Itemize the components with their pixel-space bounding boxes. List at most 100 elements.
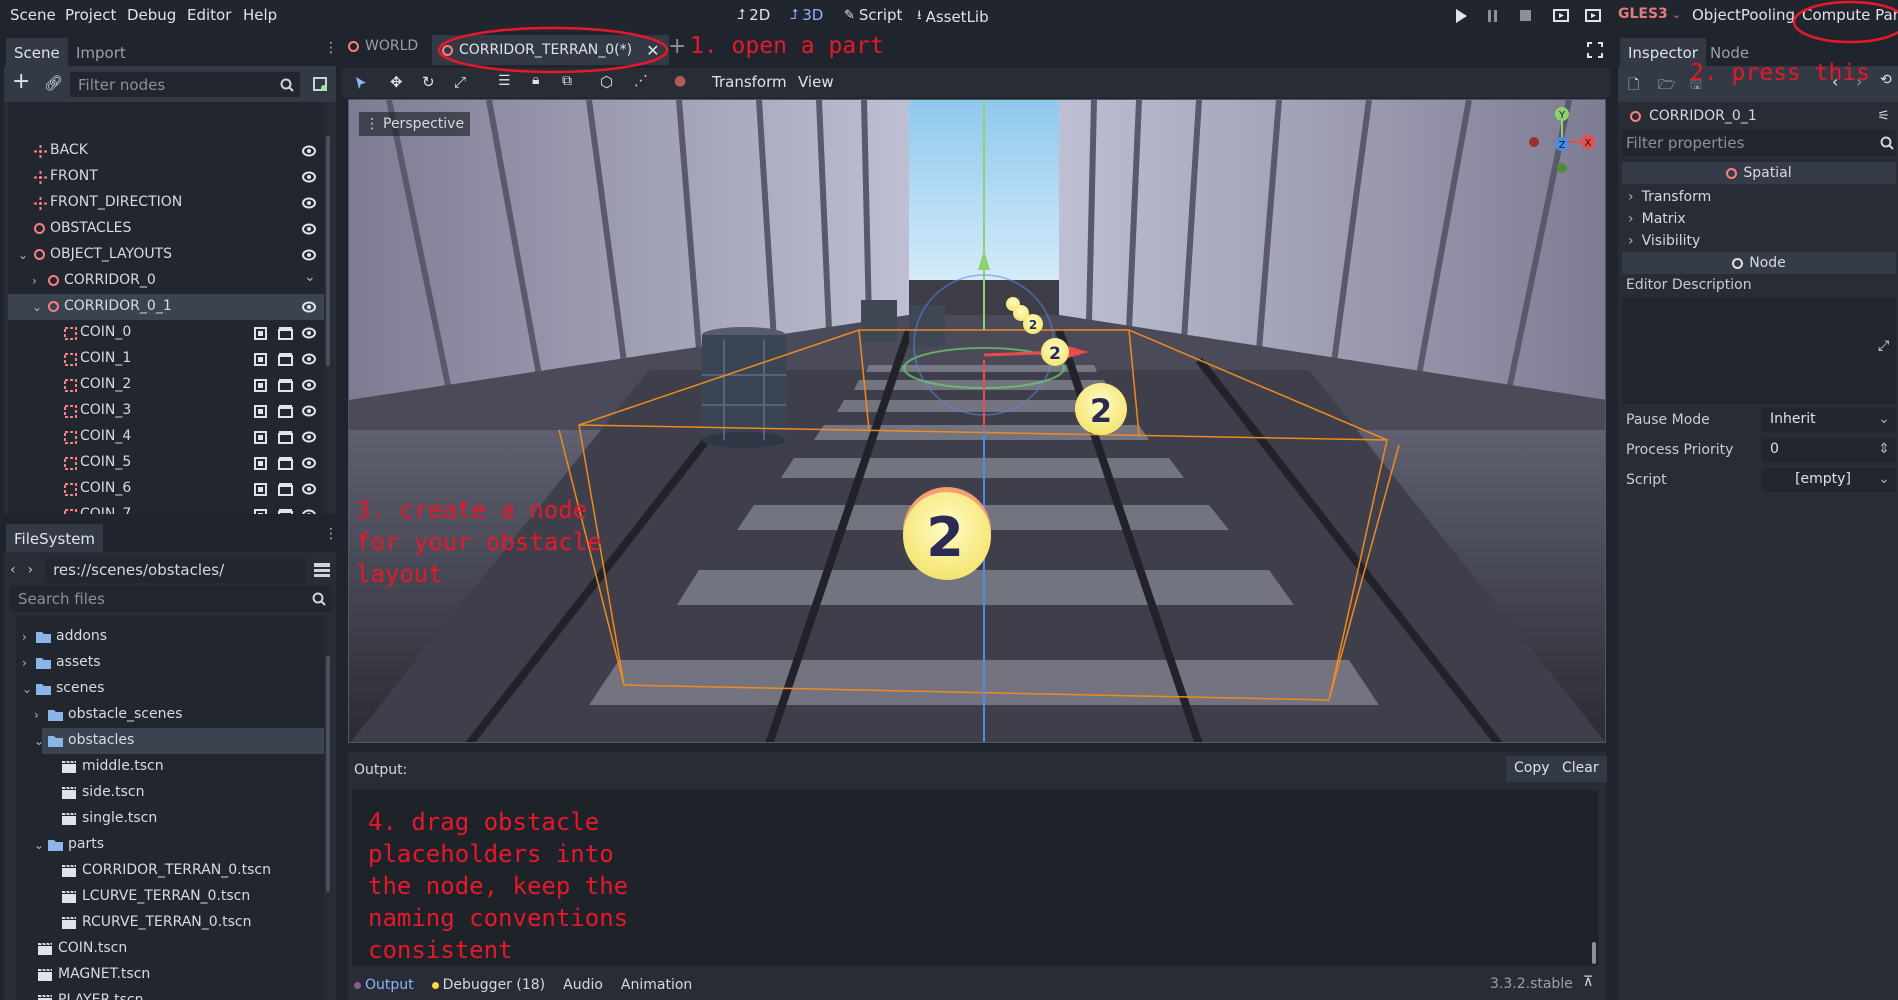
open-in-editor-icon[interactable] bbox=[254, 431, 267, 444]
tab-animation[interactable]: Animation bbox=[621, 977, 692, 993]
file-item[interactable]: side.tscn bbox=[16, 780, 324, 806]
visibility-eye-icon[interactable] bbox=[302, 431, 316, 443]
clapboard-icon[interactable] bbox=[278, 353, 293, 366]
clapboard-icon[interactable] bbox=[278, 457, 293, 470]
chevron-right-icon[interactable]: › bbox=[34, 708, 39, 722]
tab-audio[interactable]: Audio bbox=[563, 977, 603, 993]
tab-output[interactable]: Output bbox=[354, 977, 414, 993]
inspector-group[interactable]: › Visibility bbox=[1622, 230, 1896, 252]
view-menu[interactable]: View bbox=[798, 73, 834, 91]
folder-item[interactable]: › addons bbox=[16, 624, 324, 650]
tab-world[interactable]: WORLD bbox=[348, 38, 418, 54]
clear-button[interactable]: Clear bbox=[1554, 756, 1607, 782]
tab-scene[interactable]: Scene bbox=[6, 38, 68, 66]
axis-gizmo-icon[interactable]: Y X Z bbox=[1524, 104, 1600, 180]
scene-tree-item[interactable]: BACK bbox=[8, 138, 324, 164]
visibility-eye-icon[interactable] bbox=[302, 327, 316, 339]
open-in-editor-icon[interactable] bbox=[254, 457, 267, 470]
play-scene-icon[interactable] bbox=[1553, 7, 1569, 23]
file-item[interactable]: RCURVE_TERRAN_0.tscn bbox=[16, 910, 324, 936]
lock-icon[interactable]: 🔒︎ bbox=[532, 72, 539, 88]
clapboard-icon[interactable] bbox=[278, 327, 293, 340]
scene-tree-item[interactable]: FRONT_DIRECTION bbox=[8, 190, 324, 216]
inspector-group[interactable]: › Matrix bbox=[1622, 208, 1896, 230]
scene-tree-item[interactable]: COIN_6 bbox=[8, 476, 324, 502]
visibility-eye-icon[interactable] bbox=[302, 249, 316, 261]
inspector-group[interactable]: › Transform bbox=[1622, 186, 1896, 208]
property-value-field[interactable]: 0 ⇕ bbox=[1762, 438, 1896, 462]
folder-item[interactable]: › obstacle_scenes bbox=[16, 702, 324, 728]
scene-tree-item[interactable]: ⌄ CORRIDOR_0_1 bbox=[8, 294, 324, 320]
tab-corridor-terran[interactable]: CORRIDOR_TERRAN_0(*) ✕ bbox=[432, 35, 670, 65]
filter-nodes-input[interactable]: Filter nodes bbox=[70, 72, 300, 97]
folder-item[interactable]: › assets bbox=[16, 650, 324, 676]
visibility-eye-icon[interactable] bbox=[302, 457, 316, 469]
rotate-tool-icon[interactable]: ↻ bbox=[422, 73, 435, 91]
file-item[interactable]: middle.tscn bbox=[16, 754, 324, 780]
visibility-eye-icon[interactable] bbox=[302, 405, 316, 417]
menu-project[interactable]: Project bbox=[65, 6, 116, 24]
open-in-editor-icon[interactable] bbox=[254, 353, 267, 366]
visibility-eye-icon[interactable] bbox=[302, 223, 316, 235]
open-in-editor-icon[interactable] bbox=[254, 327, 267, 340]
expand-panel-icon[interactable]: ⊼ bbox=[1583, 974, 1593, 990]
tab-filesystem[interactable]: FileSystem bbox=[6, 524, 104, 552]
visibility-eye-icon[interactable] bbox=[302, 379, 316, 391]
compute-parts-button[interactable]: Compute Parts bbox=[1802, 6, 1898, 24]
clapboard-icon[interactable] bbox=[278, 431, 293, 444]
link-icon[interactable]: 🔗︎ bbox=[44, 74, 63, 92]
property-value-field[interactable]: [empty] ⌄ bbox=[1762, 468, 1896, 492]
open-in-editor-icon[interactable] bbox=[254, 509, 267, 514]
filter-properties-input[interactable]: Filter properties bbox=[1622, 130, 1896, 156]
search-files-input[interactable]: Search files bbox=[10, 586, 332, 612]
scene-tree-item[interactable]: COIN_4 bbox=[8, 424, 324, 450]
group-icon[interactable]: ⧉ bbox=[562, 73, 572, 89]
clapboard-icon[interactable] bbox=[278, 509, 293, 514]
3d-viewport[interactable]: 2 2 2 2 ⋮ Perspective Y X Z bbox=[348, 99, 1606, 743]
clapboard-icon[interactable] bbox=[278, 379, 293, 392]
editor-description-field[interactable] bbox=[1622, 298, 1896, 404]
new-resource-icon[interactable]: 🗋︎ bbox=[1628, 74, 1639, 98]
forward-arrow-icon[interactable]: › bbox=[28, 562, 46, 578]
property-value-field[interactable]: Inherit ⌄ bbox=[1762, 408, 1896, 432]
scene-tree-item[interactable]: COIN_0 bbox=[8, 320, 324, 346]
renderer-selector[interactable]: GLES3 ⌄ bbox=[1618, 6, 1681, 22]
file-item[interactable]: single.tscn bbox=[16, 806, 324, 832]
chevron-down-icon[interactable]: ⌄ bbox=[22, 682, 32, 696]
file-item[interactable]: CORRIDOR_TERRAN_0.tscn bbox=[16, 858, 324, 884]
copy-button[interactable]: Copy bbox=[1506, 756, 1558, 782]
mode-2d-button[interactable]: ⮥ 2D bbox=[737, 6, 770, 24]
folder-item[interactable]: ⌄ scenes bbox=[16, 676, 324, 702]
section-node[interactable]: Node bbox=[1622, 252, 1896, 274]
local-space-icon[interactable]: ⬡ bbox=[600, 73, 613, 91]
snap-icon[interactable]: ⋰ bbox=[634, 73, 648, 89]
stop-icon[interactable] bbox=[1519, 9, 1532, 22]
chevron-down-icon[interactable]: ⌄ bbox=[34, 838, 44, 852]
visibility-eye-icon[interactable] bbox=[302, 509, 316, 514]
tab-debugger[interactable]: Debugger (18) bbox=[431, 977, 545, 993]
menu-debug[interactable]: Debug bbox=[127, 6, 176, 24]
transform-menu[interactable]: Transform bbox=[712, 73, 787, 91]
split-mode-icon[interactable] bbox=[314, 562, 332, 578]
add-node-icon[interactable]: + bbox=[12, 69, 30, 94]
output-scrollbar[interactable] bbox=[1592, 942, 1596, 964]
scene-tree-item[interactable]: COIN_7 bbox=[8, 502, 324, 514]
chevron-down-icon[interactable]: ⌄ bbox=[32, 300, 42, 314]
move-tool-icon[interactable]: ✥ bbox=[390, 73, 403, 91]
open-in-editor-icon[interactable] bbox=[254, 405, 267, 418]
history-icon[interactable]: ⟲ bbox=[1880, 72, 1892, 88]
open-folder-icon[interactable]: 🗁︎ bbox=[1658, 74, 1675, 98]
inspector-object-header[interactable]: CORRIDOR_0_1 ⚟ bbox=[1630, 104, 1890, 128]
open-in-editor-icon[interactable] bbox=[254, 379, 267, 392]
clapboard-icon[interactable] bbox=[278, 405, 293, 418]
chevron-right-icon[interactable]: › bbox=[32, 274, 37, 288]
path-field[interactable]: res://scenes/obstacles/ bbox=[45, 557, 307, 583]
dock-menu-icon[interactable]: ⋮ bbox=[324, 40, 338, 56]
visibility-eye-icon[interactable] bbox=[302, 483, 316, 495]
clapboard-icon[interactable] bbox=[278, 483, 293, 496]
scene-tree-scrollbar[interactable] bbox=[326, 136, 330, 366]
scene-tree-item[interactable]: COIN_2 bbox=[8, 372, 324, 398]
mode-3d-button[interactable]: ⮥ 3D bbox=[790, 6, 823, 24]
add-tab-icon[interactable]: + bbox=[668, 34, 686, 59]
list-select-icon[interactable]: ☰ bbox=[498, 73, 511, 89]
